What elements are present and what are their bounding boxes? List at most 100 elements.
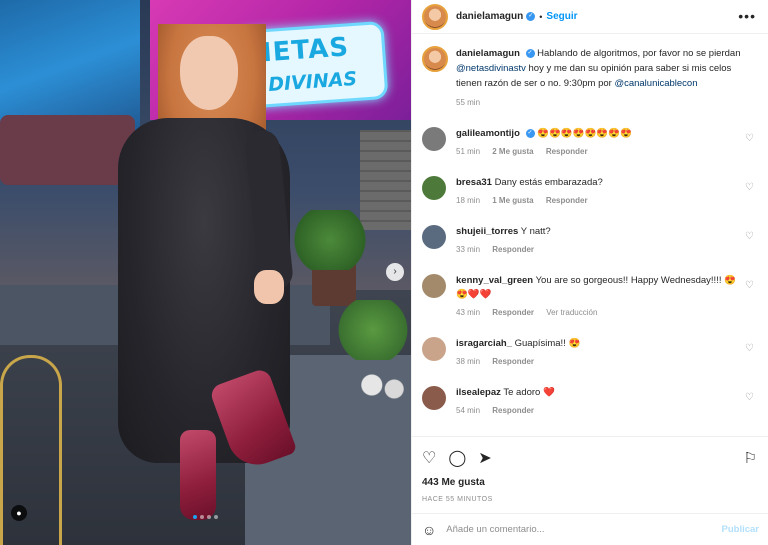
heart-icon[interactable]: ♡ (745, 280, 754, 291)
post-actions: ♡ ◯ ➤ ⚐ 443 Me gusta HACE 55 MINUTOS (412, 436, 768, 503)
heart-icon[interactable]: ♡ (745, 133, 754, 144)
reply-button[interactable]: Responder (546, 147, 588, 156)
post-image[interactable]: NETAS DIVINAS › ● (0, 0, 411, 545)
carousel-dot (193, 515, 197, 519)
caption-text: danielamagun ✓ Hablando de algoritmos, p… (456, 46, 756, 110)
comment-body: bresa31 Dany estás embarazada? 18 min 1 … (456, 176, 736, 208)
avatar[interactable] (422, 3, 448, 30)
comment-time: 18 min (456, 196, 481, 205)
comment-item: galileamontijo ✓ 😍😍😍😍😍😍😍😍 51 min 2 Me gu… (422, 127, 758, 159)
plant (290, 210, 370, 270)
comment-text: Te adoro ❤️ (503, 387, 555, 398)
sign-line-2: DIVINAS (267, 67, 358, 97)
see-translation-link[interactable]: Ver traducción (546, 308, 597, 317)
chevron-right-icon[interactable]: › (386, 263, 404, 281)
likes-count[interactable]: 443 Me gusta (422, 477, 759, 488)
heart-icon[interactable]: ♡ (745, 182, 754, 193)
comment-time: 51 min (456, 147, 481, 156)
bookmark-icon[interactable]: ⚐ (744, 449, 757, 467)
caption-mention-2[interactable]: @canalunicablecon (614, 78, 697, 89)
sofa (0, 115, 135, 185)
post-time: HACE 55 MINUTOS (422, 496, 493, 503)
header-username[interactable]: danielamagun (456, 11, 523, 22)
separator: • (539, 11, 543, 22)
comment-time: 43 min (456, 308, 481, 317)
follow-button[interactable]: Seguir (546, 11, 577, 22)
publish-button[interactable]: Publicar (722, 524, 760, 535)
comment-username[interactable]: bresa31 (456, 177, 492, 188)
comment-meta: 38 min Responder (456, 355, 736, 369)
carousel-dot (207, 515, 211, 519)
avatar[interactable] (422, 127, 446, 151)
comment-body: shujeii_torres Y natt? 33 min Responder (456, 225, 736, 257)
comment-meta: 43 min Responder Ver traducción (456, 306, 736, 320)
heart-icon[interactable]: ♡ (745, 343, 754, 354)
comment-icon[interactable]: ◯ (448, 448, 466, 468)
decor-stones (355, 365, 411, 405)
comment-text: Guapísima!! 😍 (514, 338, 581, 349)
avatar[interactable] (422, 337, 446, 361)
caption: danielamagun ✓ Hablando de algoritmos, p… (412, 34, 768, 110)
reply-button[interactable]: Responder (492, 308, 534, 317)
red-boot-right (180, 430, 216, 520)
smiley-icon[interactable]: ☺ (422, 522, 436, 538)
avatar[interactable] (422, 225, 446, 249)
user-icon[interactable]: ● (11, 505, 27, 521)
add-comment-bar: ☺ Publicar (412, 513, 768, 545)
comment-likes[interactable]: 1 Me gusta (492, 196, 533, 205)
verified-icon: ✓ (526, 12, 536, 21)
gold-side-table (0, 355, 62, 545)
reply-button[interactable]: Responder (492, 245, 534, 254)
carousel-dot (214, 515, 218, 519)
comment-item: isragarciah_ Guapísima!! 😍 38 min Respon… (422, 337, 758, 369)
carousel-indicator (193, 515, 218, 519)
comment-text: Y natt? (520, 226, 551, 237)
comment-likes[interactable]: 2 Me gusta (492, 147, 533, 156)
plant-2 (335, 300, 411, 360)
more-options-icon[interactable]: ••• (738, 8, 756, 24)
send-icon[interactable]: ➤ (478, 448, 491, 468)
caption-body-a: Hablando de algoritmos, por favor no se … (537, 48, 741, 59)
reply-button[interactable]: Responder (492, 357, 534, 366)
heart-icon[interactable]: ♡ (422, 448, 436, 468)
comment-item: kenny_val_green You are so gorgeous!! Ha… (422, 274, 758, 320)
comment-username[interactable]: ilsealepaz (456, 387, 501, 398)
post-side-panel: danielamagun ✓ • Seguir ••• danielamagun… (411, 0, 768, 545)
woman-hand (254, 270, 284, 304)
verified-icon: ✓ (525, 128, 535, 138)
comment-text: 😍😍😍😍😍😍😍😍 (537, 128, 632, 139)
comment-meta: 18 min 1 Me gusta Responder (456, 194, 736, 208)
comment-meta: 51 min 2 Me gusta Responder (456, 145, 736, 159)
comment-input[interactable] (446, 524, 697, 535)
comment-time: 38 min (456, 357, 481, 366)
avatar[interactable] (422, 274, 446, 298)
comment-text: Dany estás embarazada? (494, 177, 603, 188)
comment-body: kenny_val_green You are so gorgeous!! Ha… (456, 274, 736, 320)
caption-mention-1[interactable]: @netasdivinastv (456, 63, 526, 74)
carousel-dot (200, 515, 204, 519)
comment-username[interactable]: isragarciah_ (456, 338, 512, 349)
woman-face (180, 36, 238, 110)
comment-item: bresa31 Dany estás embarazada? 18 min 1 … (422, 176, 758, 208)
comment-body: galileamontijo ✓ 😍😍😍😍😍😍😍😍 51 min 2 Me gu… (456, 127, 736, 159)
comment-meta: 33 min Responder (456, 243, 736, 257)
avatar[interactable] (422, 386, 446, 410)
comment-item: shujeii_torres Y natt? 33 min Responder … (422, 225, 758, 257)
comment-body: isragarciah_ Guapísima!! 😍 38 min Respon… (456, 337, 736, 369)
reply-button[interactable]: Responder (492, 406, 534, 415)
comment-username[interactable]: galileamontijo (456, 128, 520, 139)
post-header: danielamagun ✓ • Seguir ••• (412, 0, 768, 34)
comment-username[interactable]: shujeii_torres (456, 226, 518, 237)
verified-icon: ✓ (525, 48, 535, 58)
comment-body: ilsealepaz Te adoro ❤️ 54 min Responder (456, 386, 736, 418)
comment-username[interactable]: kenny_val_green (456, 275, 533, 286)
comment-item: ilsealepaz Te adoro ❤️ 54 min Responder … (422, 386, 758, 418)
caption-time: 55 min (456, 98, 481, 107)
heart-icon[interactable]: ♡ (745, 231, 754, 242)
avatar[interactable] (422, 46, 448, 72)
comments-list: galileamontijo ✓ 😍😍😍😍😍😍😍😍 51 min 2 Me gu… (412, 127, 768, 418)
avatar[interactable] (422, 176, 446, 200)
reply-button[interactable]: Responder (546, 196, 588, 205)
caption-username[interactable]: danielamagun (456, 48, 520, 59)
heart-icon[interactable]: ♡ (745, 392, 754, 403)
